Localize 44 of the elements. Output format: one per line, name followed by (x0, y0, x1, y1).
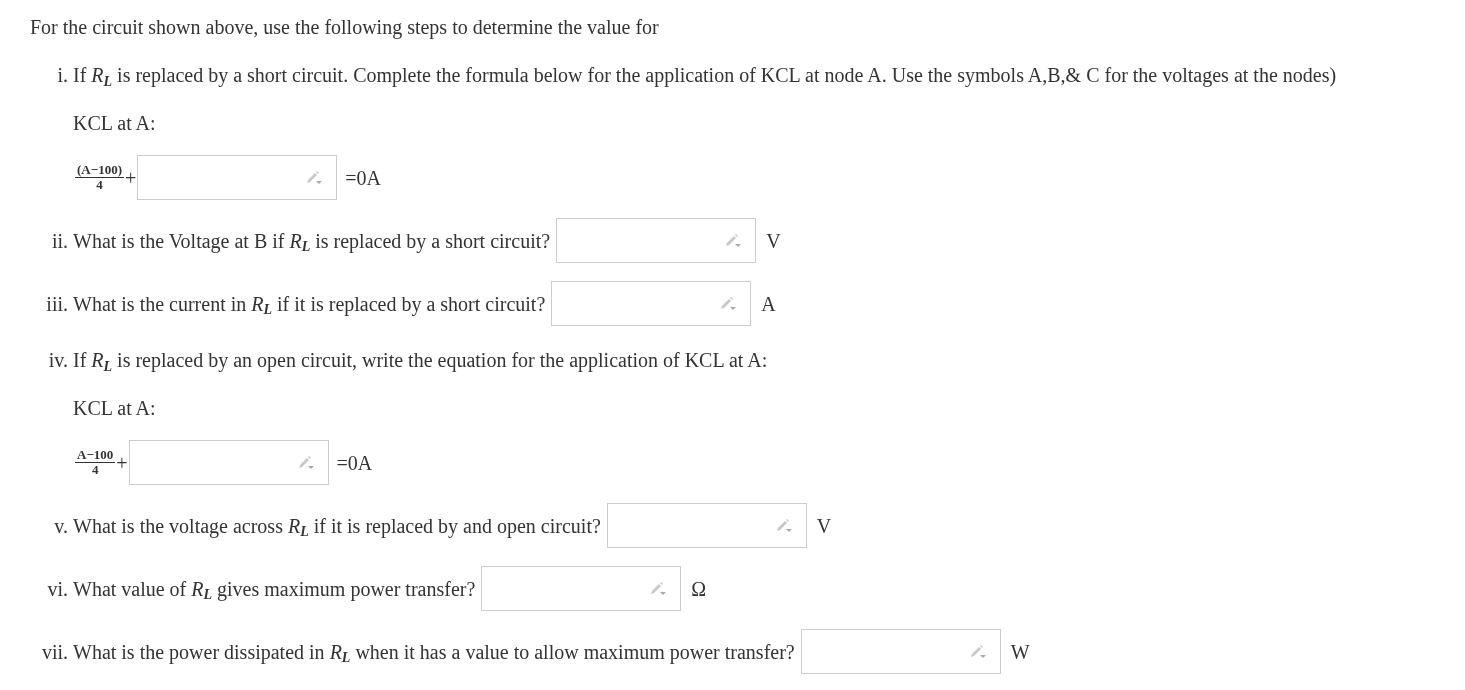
question-number: iii. (45, 291, 69, 317)
answer-field[interactable] (481, 566, 682, 611)
plus-sign: + (124, 165, 137, 191)
equation-suffix: =0A (336, 450, 373, 476)
answer-field[interactable] (551, 281, 752, 326)
question-text: What is the power dissipated in R$_{L}$ when it has a value to allow maximum power transfer? (73, 639, 795, 667)
answer-field[interactable] (556, 218, 757, 263)
question-text: If R$_{L}$ is replaced by a short circuit. Complete the formula below for the application of KCL at node A. Use the symbols A,B,& C for the voltages at the nodes) (73, 63, 1337, 90)
intro-text: For the circuit shown above, use the following steps to determine the value for (30, 15, 660, 41)
unit-label: A (761, 291, 776, 317)
unit-label: Ω (691, 576, 707, 602)
equation-suffix: =0A (345, 165, 381, 191)
pencil-icon (720, 296, 737, 311)
pencil-icon (725, 233, 742, 248)
formula-label: KCL at A: (73, 111, 156, 136)
fraction-numerator: A−100 (75, 447, 116, 463)
question-text: What is the Voltage at B if R$_{L}$ is replaced by a short circuit? (73, 228, 551, 256)
unit-label: W (1010, 639, 1030, 665)
answer-field[interactable] (606, 503, 807, 548)
question-text: What is the current in R$_{L}$ if it is replaced by a short circuit? (73, 291, 546, 319)
fraction-denominator: 4 (96, 178, 103, 193)
pencil-icon (775, 518, 792, 533)
formula-label: KCL at A: (73, 396, 156, 421)
fraction-numerator: (A−100) (75, 162, 124, 178)
question-text: If R$_{L}$ is replaced by an open circuit, write the equation for the application of KCL at A: (73, 348, 768, 375)
pencil-icon (969, 644, 986, 659)
question-text: What value of R$_{L}$ gives maximum power transfer? (73, 576, 476, 604)
unit-label: V (816, 513, 832, 539)
fraction-denominator: 4 (91, 463, 99, 478)
question-number: vi. (46, 576, 69, 602)
question-number: iv. (47, 348, 69, 373)
question-number: i. (56, 63, 69, 88)
answer-field[interactable] (128, 440, 329, 485)
pencil-icon (650, 581, 667, 596)
pencil-icon (297, 455, 314, 470)
question-text: What is the voltage across R$_{L}$ if it is replaced by and open circuit? (73, 513, 601, 541)
answer-field[interactable] (800, 629, 1001, 674)
question-number: ii. (50, 228, 69, 254)
question-number: v. (53, 513, 69, 539)
answer-field[interactable] (137, 155, 338, 200)
plus-sign: + (116, 450, 128, 476)
pencil-icon (306, 170, 323, 185)
unit-label: V (766, 228, 781, 254)
question-number: vii. (40, 639, 69, 665)
